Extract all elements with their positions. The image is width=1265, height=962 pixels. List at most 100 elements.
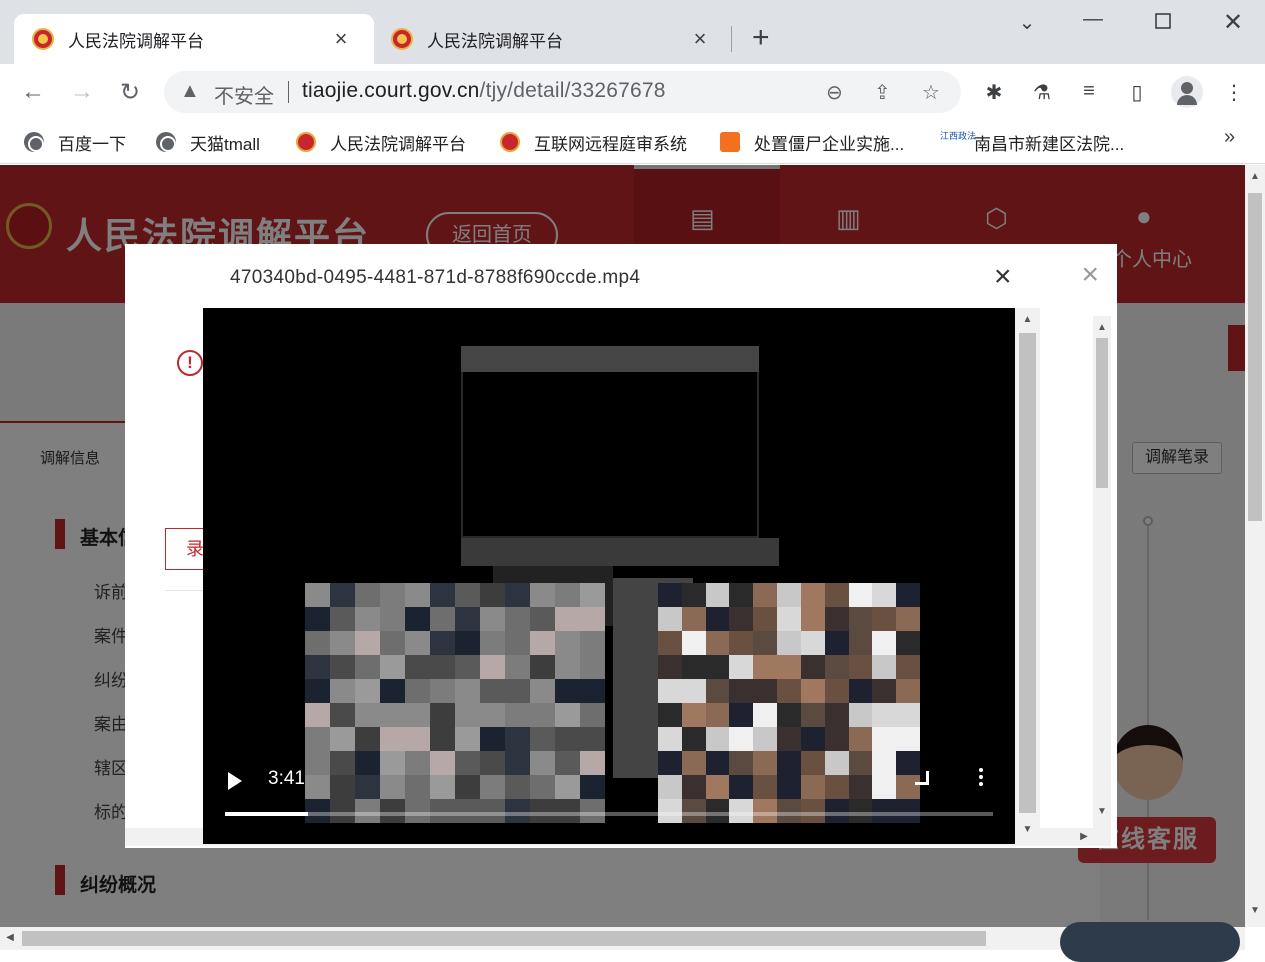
scroll-up-icon[interactable]: ▲ <box>1093 322 1111 333</box>
pixel-block <box>800 727 825 751</box>
pixel-block <box>824 655 849 679</box>
close-tab-icon[interactable]: × <box>689 26 711 52</box>
zoom-out-icon[interactable]: ⊖ <box>826 80 843 105</box>
pixel-block <box>430 631 455 655</box>
extensions-icon[interactable]: ✱ <box>981 80 1007 105</box>
modal-vertical-scrollbar[interactable]: ▲ ▼ <box>1015 308 1040 844</box>
video-player[interactable]: 3:41 <box>203 308 1015 844</box>
bookmark-item[interactable]: 江西政法 南昌市新建区法院... <box>940 130 1124 154</box>
fullscreen-icon[interactable] <box>915 771 929 785</box>
scroll-up-icon[interactable]: ▲ <box>1015 314 1040 325</box>
pixel-block <box>405 607 430 631</box>
pixel-block <box>580 799 605 823</box>
bookmark-item[interactable]: 百度一下 <box>24 130 126 154</box>
bookmarks-overflow-icon[interactable]: » <box>1224 126 1235 149</box>
url-text[interactable]: tiaojie.court.gov.cn/tjy/detail/33267678 <box>302 79 666 103</box>
pixel-block <box>800 583 825 607</box>
window-close-icon[interactable]: ✕ <box>1220 8 1246 36</box>
profile-avatar[interactable] <box>1171 76 1203 108</box>
scroll-down-icon[interactable]: ▼ <box>1245 905 1265 916</box>
pixel-block <box>305 583 330 607</box>
dialog-vertical-scrollbar[interactable]: ▲ ▼ <box>1093 316 1111 846</box>
scrollbar-thumb[interactable] <box>22 931 986 946</box>
pixel-block <box>555 631 580 655</box>
network-speed-widget[interactable] <box>1060 922 1240 962</box>
forward-arrow-icon[interactable]: → <box>67 78 97 106</box>
alert-circle-icon: ! <box>177 350 203 376</box>
video-person-pixelated <box>658 583 920 823</box>
scroll-right-icon[interactable]: ▶ <box>1075 831 1093 842</box>
back-arrow-icon[interactable]: ← <box>18 78 48 106</box>
pixelation <box>305 583 605 823</box>
bookmark-item[interactable]: 人民法院调解平台 <box>296 130 466 154</box>
minimize-icon[interactable]: — <box>1080 8 1106 34</box>
side-panel-icon[interactable]: ▯ <box>1124 80 1150 105</box>
pixel-block <box>305 799 330 823</box>
new-tab-icon[interactable]: + <box>752 23 770 53</box>
browser-tab[interactable]: 人民法院调解平台 × <box>373 14 731 64</box>
close-icon[interactable]: × <box>994 262 1012 292</box>
close-icon[interactable]: × <box>1081 260 1099 290</box>
pixel-block <box>896 607 920 631</box>
tab-search-chevron-icon[interactable]: ⌄ <box>1014 10 1040 36</box>
pixel-block <box>355 799 380 823</box>
pixel-block <box>848 583 873 607</box>
pixel-block <box>455 751 480 775</box>
bookmark-item[interactable]: 天猫tmall <box>156 130 260 154</box>
pixel-block <box>530 631 555 655</box>
pixel-block <box>505 703 530 727</box>
warning-icon: ▲ <box>180 80 200 102</box>
pixel-block <box>777 727 801 751</box>
page-vertical-scrollbar[interactable]: ▲ ▼ <box>1245 165 1265 927</box>
pixel-block <box>872 799 897 823</box>
pixel-block <box>800 655 825 679</box>
video-progress-bar[interactable] <box>225 812 993 816</box>
reload-icon[interactable]: ↻ <box>115 78 145 107</box>
pixel-block <box>330 775 355 799</box>
pixel-block <box>729 679 754 703</box>
pixel-block <box>777 751 801 775</box>
video-backdrop <box>461 538 779 566</box>
pixel-block <box>505 655 530 679</box>
pixel-block <box>729 607 754 631</box>
pixel-block <box>753 607 778 631</box>
pixel-block <box>505 727 530 751</box>
labs-flask-icon[interactable]: ⚗ <box>1029 80 1055 105</box>
close-tab-icon[interactable]: × <box>330 26 352 52</box>
pixel-block <box>380 703 405 727</box>
bookmark-star-icon[interactable]: ☆ <box>922 80 940 105</box>
pixel-block <box>330 703 355 727</box>
bookmark-item[interactable]: 互联网远程庭审系统 <box>500 130 687 154</box>
pixel-block <box>530 679 555 703</box>
page-horizontal-scrollbar[interactable]: ◀ <box>0 927 1245 950</box>
menu-kebab-icon[interactable]: ⋮ <box>1221 80 1247 105</box>
pixel-block <box>430 679 455 703</box>
scrollbar-thumb[interactable] <box>1019 333 1036 813</box>
scroll-up-icon[interactable]: ▲ <box>1245 171 1265 182</box>
pixel-block <box>480 655 505 679</box>
scrollbar-thumb[interactable] <box>1096 338 1108 488</box>
pixel-block <box>455 799 480 823</box>
browser-tab-strip: 人民法院调解平台 × 人民法院调解平台 × + ⌄ — ✕ <box>0 0 1265 64</box>
media-queue-icon[interactable]: ≡ <box>1076 80 1102 103</box>
scroll-down-icon[interactable]: ▼ <box>1093 806 1111 817</box>
maximize-icon[interactable] <box>1150 12 1176 38</box>
pixel-block <box>505 775 530 799</box>
pixel-block <box>658 799 682 823</box>
pixel-block <box>580 727 605 751</box>
pixel-block <box>580 679 605 703</box>
scrollbar-thumb[interactable] <box>1248 193 1262 521</box>
pixel-block <box>824 679 849 703</box>
browser-tab-active[interactable]: 人民法院调解平台 × <box>14 14 374 64</box>
bookmark-item[interactable]: 处置僵尸企业实施... <box>720 130 904 154</box>
address-bar[interactable]: ▲ 不安全 tiaojie.court.gov.cn/tjy/detail/33… <box>164 71 961 113</box>
more-options-icon[interactable] <box>979 768 985 789</box>
pixel-block <box>800 751 825 775</box>
pixel-block <box>305 631 330 655</box>
pixel-block <box>872 631 897 655</box>
scroll-down-icon[interactable]: ▼ <box>1015 824 1040 835</box>
play-icon[interactable] <box>228 772 242 790</box>
share-icon[interactable]: ⇪ <box>874 80 891 105</box>
pixel-block <box>430 799 455 823</box>
scroll-left-icon[interactable]: ◀ <box>0 932 20 943</box>
